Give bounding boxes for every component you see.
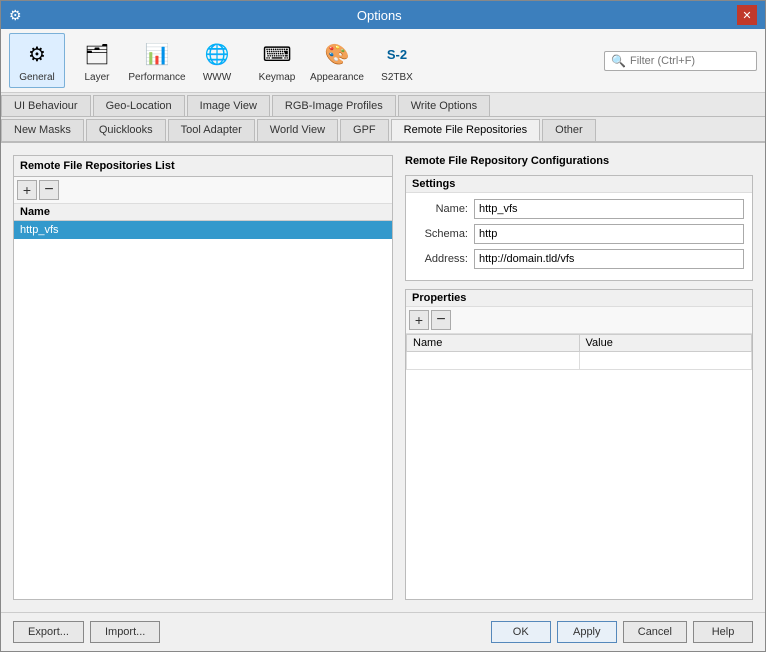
tab-world-view[interactable]: World View — [257, 119, 338, 141]
props-remove-button[interactable]: − — [431, 310, 451, 330]
list-controls: + − — [14, 177, 392, 204]
tab-rgb-image-profiles[interactable]: RGB-Image Profiles — [272, 95, 396, 116]
toolbar-label-performance: Performance — [128, 72, 185, 83]
main-content: Remote File Repositories List + − Name h… — [1, 143, 765, 612]
tab-geo-location[interactable]: Geo-Location — [93, 95, 185, 116]
toolbar-item-performance[interactable]: 📊 Performance — [129, 33, 185, 88]
tab-new-masks[interactable]: New Masks — [1, 119, 84, 141]
settings-section: Settings Name: Schema: Address: — [405, 175, 753, 281]
toolbar-label-general: General — [19, 72, 55, 83]
address-label: Address: — [414, 253, 474, 265]
toolbar-label-keymap: Keymap — [259, 72, 296, 83]
toolbar-label-www: WWW — [203, 72, 231, 83]
name-input[interactable] — [474, 199, 744, 219]
right-panel-title: Remote File Repository Configurations — [405, 155, 753, 167]
tab-tool-adapter[interactable]: Tool Adapter — [168, 119, 255, 141]
list-add-button[interactable]: + — [17, 180, 37, 200]
tab-remote-file-repositories[interactable]: Remote File Repositories — [391, 119, 541, 141]
title-bar: ⚙ Options ✕ — [1, 1, 765, 29]
tab-ui-behaviour[interactable]: UI Behaviour — [1, 95, 91, 116]
properties-section: Properties + − Name Value — [405, 289, 753, 600]
address-field-row: Address: — [414, 249, 744, 269]
toolbar-item-www[interactable]: 🌐 WWW — [189, 33, 245, 88]
props-cell-name[interactable] — [407, 352, 580, 370]
performance-icon: 📊 — [141, 38, 173, 70]
props-col-value: Value — [579, 335, 752, 352]
props-col-name: Name — [407, 335, 580, 352]
toolbar-label-s2tbx: S2TBX — [381, 72, 413, 83]
content-area: Remote File Repositories List + − Name h… — [13, 155, 753, 600]
props-controls: + − — [406, 307, 752, 334]
tab-gpf[interactable]: GPF — [340, 119, 389, 141]
list-column-name: Name — [20, 206, 50, 218]
schema-label: Schema: — [414, 228, 474, 240]
www-icon: 🌐 — [201, 38, 233, 70]
left-panel-title: Remote File Repositories List — [14, 156, 392, 177]
name-field-row: Name: — [414, 199, 744, 219]
toolbar-item-layer[interactable]: 🗂 Layer — [69, 33, 125, 88]
tab-row-1-inner: UI Behaviour Geo-Location Image View RGB… — [1, 93, 765, 117]
tab-quicklooks[interactable]: Quicklooks — [86, 119, 166, 141]
apply-button[interactable]: Apply — [557, 621, 617, 643]
search-icon: 🔍 — [611, 54, 626, 68]
address-input[interactable] — [474, 249, 744, 269]
options-window: ⚙ Options ✕ ⚙ General 🗂 Layer 📊 Performa… — [0, 0, 766, 652]
list-header: Name — [14, 204, 392, 221]
settings-body: Name: Schema: Address: — [406, 193, 752, 280]
import-button[interactable]: Import... — [90, 621, 160, 643]
right-panel: Remote File Repository Configurations Se… — [405, 155, 753, 600]
toolbar-item-s2tbx[interactable]: S-2 S2TBX — [369, 33, 425, 88]
export-button[interactable]: Export... — [13, 621, 84, 643]
appearance-icon: 🎨 — [321, 38, 353, 70]
footer: Export... Import... OK Apply Cancel Help — [1, 612, 765, 651]
list-remove-button[interactable]: − — [39, 180, 59, 200]
general-icon: ⚙ — [21, 38, 53, 70]
toolbar: ⚙ General 🗂 Layer 📊 Performance 🌐 WWW ⌨ … — [1, 29, 765, 93]
props-add-button[interactable]: + — [409, 310, 429, 330]
filter-box: 🔍 — [604, 51, 757, 71]
window-title: Options — [22, 8, 737, 23]
footer-right: OK Apply Cancel Help — [491, 621, 753, 643]
toolbar-item-appearance[interactable]: 🎨 Appearance — [309, 33, 365, 88]
list-item[interactable]: http_vfs — [14, 221, 392, 239]
help-button[interactable]: Help — [693, 621, 753, 643]
toolbar-label-appearance: Appearance — [310, 72, 364, 83]
props-table: Name Value — [406, 334, 752, 599]
left-panel: Remote File Repositories List + − Name h… — [13, 155, 393, 600]
s2tbx-icon: S-2 — [381, 38, 413, 70]
ok-button[interactable]: OK — [491, 621, 551, 643]
tab-write-options[interactable]: Write Options — [398, 95, 490, 116]
tab-row-1: UI Behaviour Geo-Location Image View RGB… — [1, 93, 765, 143]
layer-icon: 🗂 — [81, 38, 113, 70]
schema-input[interactable] — [474, 224, 744, 244]
keymap-icon: ⌨ — [261, 38, 293, 70]
close-button[interactable]: ✕ — [737, 5, 757, 25]
props-empty-row — [407, 352, 752, 370]
tab-image-view[interactable]: Image View — [187, 95, 270, 116]
props-cell-value[interactable] — [579, 352, 752, 370]
tab-row-2-inner: New Masks Quicklooks Tool Adapter World … — [1, 117, 765, 142]
list-body: http_vfs — [14, 221, 392, 599]
schema-field-row: Schema: — [414, 224, 744, 244]
cancel-button[interactable]: Cancel — [623, 621, 687, 643]
name-label: Name: — [414, 203, 474, 215]
filter-input[interactable] — [630, 55, 750, 67]
properties-title: Properties — [406, 290, 752, 307]
settings-title: Settings — [406, 176, 752, 193]
title-bar-controls: ✕ — [737, 5, 757, 25]
toolbar-label-layer: Layer — [84, 72, 109, 83]
toolbar-item-keymap[interactable]: ⌨ Keymap — [249, 33, 305, 88]
tab-other[interactable]: Other — [542, 119, 596, 141]
footer-left: Export... Import... — [13, 621, 160, 643]
toolbar-item-general[interactable]: ⚙ General — [9, 33, 65, 88]
